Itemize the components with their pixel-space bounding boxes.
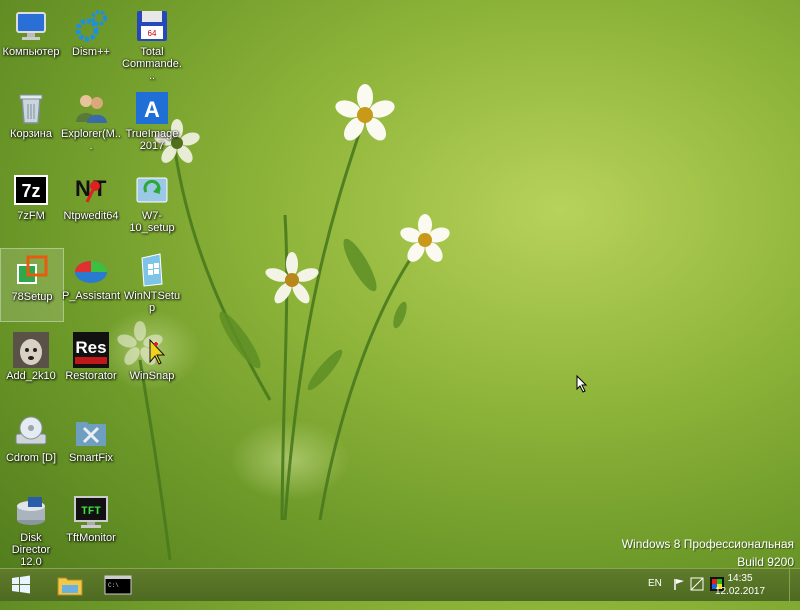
icon-label: P_Assistant <box>61 290 121 302</box>
monitor-icon: TFT <box>73 494 109 530</box>
icon-label: Add_2k10 <box>6 370 56 382</box>
system-clock[interactable]: 14:35 12.02.2017 <box>710 572 770 598</box>
setup-icon <box>134 172 170 208</box>
icon-label: Total Commande... <box>122 46 182 82</box>
desktop-icon-winntsetup[interactable]: WinNTSetup <box>121 248 183 320</box>
users-icon <box>73 90 109 126</box>
folder-icon <box>57 577 83 596</box>
gears-icon <box>73 8 109 44</box>
icon-label: TrueImage 2017 <box>125 128 179 152</box>
taskbar-cmd-button[interactable]: C:\ <box>100 571 136 599</box>
svg-text:TFT: TFT <box>81 506 101 518</box>
windows-logo-icon <box>12 575 30 594</box>
network-icon[interactable] <box>690 577 704 609</box>
desktop-icon-tftmonitor[interactable]: TFT TftMonitor <box>60 490 122 562</box>
icon-label: Explorer(M... <box>61 128 121 152</box>
cdrom-icon <box>13 414 49 450</box>
tray-flag-icon[interactable] <box>672 577 686 609</box>
desktop-icon-7zfm[interactable]: 7z 7zFM <box>0 168 62 240</box>
key-icon: NT <box>73 172 109 208</box>
desktop-icon-disk-director[interactable]: Disk Director 12.0 <box>0 490 62 568</box>
desktop-icon-computer[interactable]: Компьютер <box>0 4 62 76</box>
icon-label: Компьютер <box>2 46 60 58</box>
desktop-icon-recycle-bin[interactable]: Корзина <box>0 86 62 158</box>
recycle-bin-icon <box>13 90 49 126</box>
desktop-icon-cdrom[interactable]: Cdrom [D] <box>0 410 62 482</box>
clock-time: 14:35 <box>727 573 753 584</box>
icon-label: 78Setup <box>11 291 53 303</box>
desktop-icon-trueimage[interactable]: A TrueImage 2017 <box>121 86 183 158</box>
icon-label: Disk Director 12.0 <box>11 532 51 568</box>
icon-label: SmartFix <box>69 452 113 464</box>
desktop-icon-restorator[interactable]: Res Restorator <box>60 328 122 400</box>
windows-setup-icon <box>14 253 50 289</box>
desktop-icon-78setup[interactable]: 78Setup <box>0 248 64 322</box>
mouse-cursor-icon <box>576 375 588 393</box>
desktop-icon-smartfix[interactable]: SmartFix <box>60 410 122 482</box>
desktop-icon-ntpwedit[interactable]: NT Ntpwedit64 <box>60 168 122 240</box>
build-number-watermark: Build 9200 <box>737 555 794 569</box>
svg-text:A: A <box>144 97 160 122</box>
svg-text:7z: 7z <box>21 181 40 201</box>
icon-label: WinNTSetup <box>123 290 181 314</box>
taskbar-explorer-button[interactable] <box>52 571 88 599</box>
svg-text:Res: Res <box>75 338 106 357</box>
floppy-icon: 64 <box>134 8 170 44</box>
clock-date: 12.02.2017 <box>714 586 766 597</box>
icon-label: TftMonitor <box>66 532 116 544</box>
res-icon: Res <box>73 332 109 368</box>
icon-label: WinSnap <box>129 370 175 382</box>
partition-icon <box>73 252 109 288</box>
icon-label: 7zFM <box>17 210 45 222</box>
show-desktop-button[interactable] <box>789 569 800 601</box>
icon-label: Корзина <box>10 128 52 140</box>
desktop-icon-w7-10-setup[interactable]: W7-10_setup <box>121 168 183 240</box>
command-prompt-icon: C:\ <box>104 575 132 595</box>
disk-director-icon <box>13 494 49 530</box>
desktop-icon-winsnap[interactable]: WinSnap <box>121 328 183 400</box>
windows-edition-watermark: Windows 8 Профессиональная <box>621 537 794 551</box>
toolbox-icon <box>73 414 109 450</box>
desktop-icon-dism[interactable]: Dism++ <box>60 4 122 76</box>
language-indicator[interactable]: EN <box>648 578 662 610</box>
winsnap-icon <box>134 332 170 368</box>
desktop-icon-explorer[interactable]: Explorer(M... <box>60 86 122 158</box>
taskbar: C:\ EN 14:35 12.02.2017 <box>0 568 800 601</box>
icon-label: Cdrom [D] <box>5 452 57 464</box>
svg-text:C:\: C:\ <box>108 582 119 589</box>
dog-icon <box>13 332 49 368</box>
icon-label: Ntpwedit64 <box>63 210 119 222</box>
desktop-icon-add-2k10[interactable]: Add_2k10 <box>0 328 62 400</box>
acronis-icon: A <box>134 90 170 126</box>
start-button[interactable] <box>6 572 36 598</box>
icon-label: W7-10_setup <box>129 210 175 234</box>
desktop-icon-total-commander[interactable]: 64 Total Commande... <box>121 4 183 82</box>
desktop-icon-p-assistant[interactable]: P_Assistant <box>60 248 122 320</box>
icon-label: Restorator <box>65 370 117 382</box>
svg-text:64: 64 <box>148 29 157 38</box>
icon-label: Dism++ <box>72 46 110 58</box>
winntsetup-icon <box>134 252 170 288</box>
7zip-icon: 7z <box>13 172 49 208</box>
computer-icon <box>13 8 49 44</box>
